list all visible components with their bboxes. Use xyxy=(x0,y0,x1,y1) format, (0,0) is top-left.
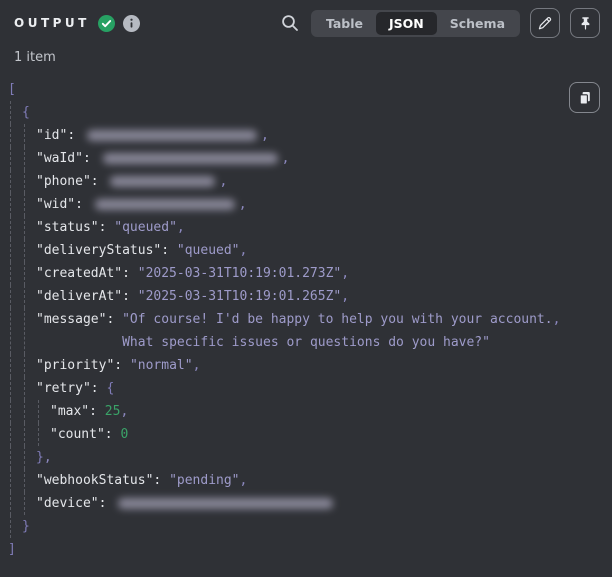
pin-data-button[interactable] xyxy=(570,8,600,38)
json-line: "message": "Of course! I'd be happy to h… xyxy=(0,308,612,354)
json-line: "priority": "normal", xyxy=(0,354,612,377)
json-line: "deliveryStatus": "queued", xyxy=(0,239,612,262)
json-line: "wid": , xyxy=(0,193,612,216)
tab-json[interactable]: JSON xyxy=(376,12,437,35)
tab-schema[interactable]: Schema xyxy=(437,12,518,35)
json-line: [ xyxy=(0,78,612,101)
json-line: "id": , xyxy=(0,124,612,147)
pin-icon xyxy=(578,16,593,31)
json-line: "createdAt": "2025-03-31T10:19:01.273Z", xyxy=(0,262,612,285)
json-line: } xyxy=(0,515,612,538)
tab-table[interactable]: Table xyxy=(313,12,376,35)
view-mode-tabs: Table JSON Schema xyxy=(311,10,520,37)
pencil-icon xyxy=(537,15,553,31)
json-line: "max": 25, xyxy=(0,400,612,423)
json-line: ] xyxy=(0,538,612,561)
redacted-value xyxy=(103,153,278,164)
panel-title: OUTPUT xyxy=(14,16,90,30)
json-line: "webhookStatus": "pending", xyxy=(0,469,612,492)
search-icon xyxy=(281,14,299,32)
json-line: "count": 0 xyxy=(0,423,612,446)
items-count: 1 item xyxy=(0,38,612,68)
redacted-value xyxy=(87,130,257,141)
json-line: "deliverAt": "2025-03-31T10:19:01.265Z", xyxy=(0,285,612,308)
copy-icon xyxy=(577,90,593,106)
header-right: Table JSON Schema xyxy=(279,8,600,38)
redacted-value xyxy=(110,176,215,187)
success-check-icon xyxy=(98,15,115,32)
json-line: "status": "queued", xyxy=(0,216,612,239)
info-icon[interactable] xyxy=(123,15,140,32)
header-left: OUTPUT xyxy=(14,15,140,32)
json-line: }, xyxy=(0,446,612,469)
json-viewer: [{"id": ,"waId": ,"phone": ,"wid": ,"sta… xyxy=(0,78,612,561)
redacted-value xyxy=(118,498,333,509)
redacted-value xyxy=(95,199,235,210)
edit-output-button[interactable] xyxy=(530,8,560,38)
json-line: "waId": , xyxy=(0,147,612,170)
json-line: "retry": { xyxy=(0,377,612,400)
output-panel: OUTPUT xyxy=(0,0,612,577)
json-content: [{"id": ,"waId": ,"phone": ,"wid": ,"sta… xyxy=(0,78,612,561)
copy-output-button[interactable] xyxy=(569,82,600,113)
output-header: OUTPUT xyxy=(0,0,612,38)
search-button[interactable] xyxy=(279,12,301,34)
json-line: "phone": , xyxy=(0,170,612,193)
json-line: "device": xyxy=(0,492,612,515)
json-line: { xyxy=(0,101,612,124)
